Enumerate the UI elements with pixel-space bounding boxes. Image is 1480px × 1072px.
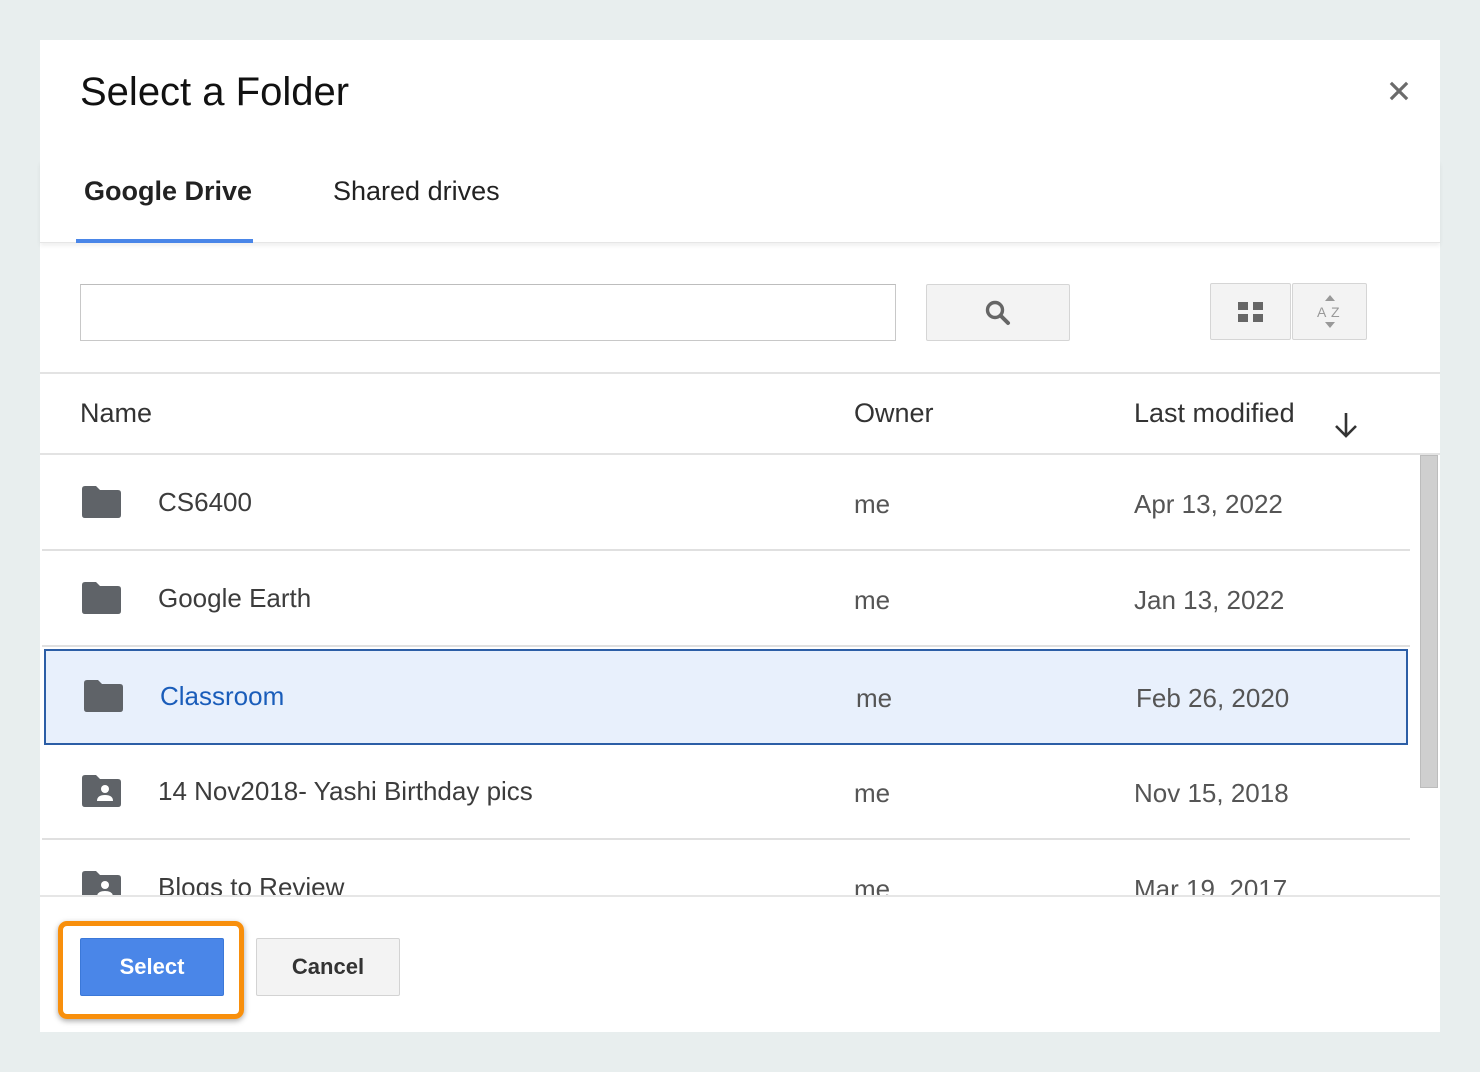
shared-folder-icon — [82, 775, 121, 807]
tab-google-drive[interactable]: Google Drive — [84, 176, 252, 207]
row-modified: Nov 15, 2018 — [1134, 778, 1289, 808]
row-modified: Apr 13, 2022 — [1134, 489, 1283, 519]
row-modified: Jan 13, 2022 — [1134, 585, 1285, 615]
row-name: 14 Nov2018- Yashi Birthday pics — [158, 776, 533, 806]
table-row[interactable]: 14 Nov2018- Yashi Birthday pics me Nov 1… — [42, 744, 1410, 840]
folder-icon — [82, 486, 121, 518]
row-owner: me — [856, 683, 893, 713]
folder-icon — [84, 680, 123, 712]
sort-descending-arrow-icon[interactable] — [1332, 410, 1360, 440]
cancel-button[interactable]: Cancel — [256, 938, 400, 996]
folder-icon — [82, 582, 121, 614]
select-folder-dialog: Select a Folder Google Drive Shared driv… — [40, 40, 1440, 1032]
shared-folder-icon — [82, 871, 121, 895]
list-scrollbar[interactable] — [1420, 455, 1438, 788]
table-row[interactable]: Blogs to Review me Mar 19, 2017 — [42, 840, 1410, 895]
search-input[interactable] — [80, 284, 896, 341]
active-tab-indicator — [76, 239, 253, 243]
svg-text:A: A — [1317, 304, 1327, 320]
row-modified: Mar 19, 2017 — [1134, 874, 1288, 895]
column-header-name[interactable]: Name — [80, 398, 152, 429]
row-name: Classroom — [160, 681, 285, 711]
close-button[interactable] — [1384, 76, 1414, 106]
column-header-last-modified[interactable]: Last modified — [1134, 398, 1295, 429]
sort-az-icon: A Z — [1317, 294, 1340, 328]
tab-shared-drives[interactable]: Shared drives — [333, 176, 500, 207]
tab-bar: Google Drive Shared drives — [40, 160, 1440, 243]
row-modified: Feb 26, 2020 — [1136, 683, 1290, 713]
grid-view-button[interactable] — [1210, 283, 1291, 340]
row-owner: me — [854, 874, 891, 895]
grid-view-icon — [1237, 301, 1263, 322]
table-row[interactable]: CS6400 me Apr 13, 2022 — [42, 455, 1410, 551]
svg-text:Z: Z — [1331, 304, 1340, 320]
search-icon — [985, 300, 1010, 325]
dialog-title: Select a Folder — [80, 70, 350, 114]
dialog-footer: Select Cancel — [40, 895, 1440, 1032]
select-button[interactable]: Select — [80, 938, 224, 996]
row-owner: me — [854, 585, 891, 615]
table-row[interactable]: Google Earth me Jan 13, 2022 — [42, 551, 1410, 647]
row-owner: me — [854, 778, 891, 808]
table-row-selected[interactable]: Classroom me Feb 26, 2020 — [44, 649, 1408, 745]
search-button[interactable] — [926, 284, 1070, 341]
row-name: Google Earth — [158, 583, 312, 613]
row-name: Blogs to Review — [158, 872, 345, 895]
row-name: CS6400 — [158, 487, 252, 517]
row-owner: me — [854, 489, 891, 519]
folder-list: CS6400 me Apr 13, 2022 Google Earth me J… — [40, 455, 1440, 895]
close-icon — [1389, 81, 1409, 101]
column-header-owner[interactable]: Owner — [854, 398, 934, 429]
sort-button[interactable]: A Z — [1292, 283, 1367, 340]
table-header: Name Owner Last modified — [40, 372, 1440, 455]
